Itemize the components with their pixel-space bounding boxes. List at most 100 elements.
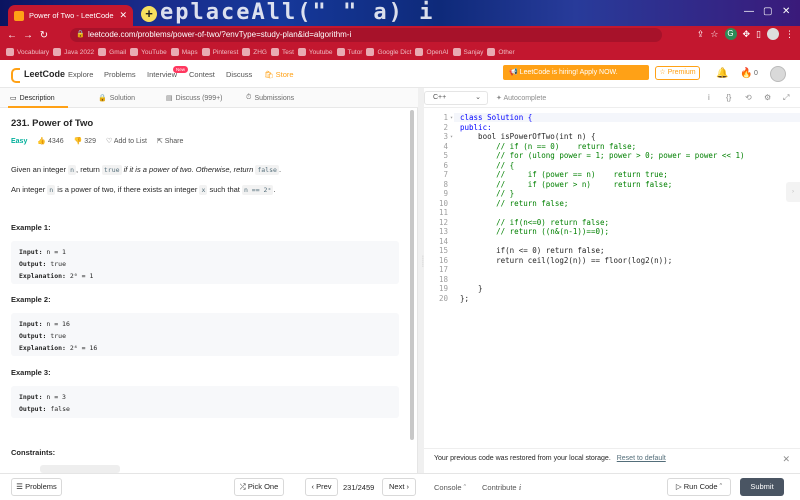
bookmark-favicon-icon bbox=[366, 48, 375, 56]
user-avatar[interactable] bbox=[770, 66, 786, 82]
editor-toolbar: C++ ⌄ ✦ Autocomplete i {} ⟲ ⚙ ⤢ bbox=[424, 88, 800, 108]
reload-icon[interactable]: ↻ bbox=[36, 30, 52, 41]
back-icon[interactable]: ← bbox=[4, 30, 20, 41]
fullscreen-icon[interactable]: ⤢ bbox=[783, 93, 789, 103]
new-tab-button[interactable]: + bbox=[141, 6, 157, 22]
bookmark-item[interactable]: Vocabulary bbox=[6, 48, 49, 56]
autocomplete-toggle[interactable]: ✦ Autocomplete bbox=[496, 94, 546, 102]
reset-icon[interactable]: ⟲ bbox=[745, 93, 752, 102]
code-line: // { bbox=[460, 160, 515, 170]
line-number: 10 bbox=[438, 198, 448, 208]
like-button[interactable]: 👍 4346 bbox=[37, 137, 63, 145]
wallpaper-text: eplaceAll(" " a) i bbox=[160, 0, 435, 25]
forward-icon[interactable]: → bbox=[20, 30, 36, 41]
share-button[interactable]: ⇱ Share bbox=[157, 137, 184, 145]
chevron-down-icon: ⌄ bbox=[475, 94, 481, 101]
bookmark-star-icon[interactable]: ☆ bbox=[710, 29, 718, 40]
tab-submissions[interactable]: ⏱ Submissions bbox=[246, 94, 294, 102]
dislike-button[interactable]: 👎 329 bbox=[74, 137, 96, 145]
settings-icon[interactable]: ⚙ bbox=[764, 93, 771, 102]
nav-interview[interactable]: Interview bbox=[147, 70, 177, 79]
nav-discuss[interactable]: Discuss bbox=[226, 70, 252, 79]
example-input: n = 16 bbox=[46, 320, 70, 328]
code-editor[interactable]: 1 ▾ 2 3 ▾ 4 5 6 7 8 9 10 11 12 13 14 15 16… bbox=[424, 113, 800, 448]
line-number: 14 bbox=[438, 236, 448, 246]
contribute-link[interactable]: Contribute ⅈ bbox=[482, 483, 521, 492]
bookmark-item[interactable]: Gmail bbox=[98, 48, 126, 56]
bookmark-item[interactable]: Tutor bbox=[336, 48, 362, 56]
streak-icon[interactable]: 🔥 bbox=[740, 68, 752, 79]
bookmark-item[interactable]: Test bbox=[271, 48, 294, 56]
example-input: n = 3 bbox=[46, 393, 66, 401]
leetcode-logo-icon bbox=[10, 68, 20, 83]
window-close-icon[interactable]: ✕ bbox=[782, 6, 790, 17]
close-tab-icon[interactable]: ✕ bbox=[119, 10, 127, 21]
extensions-icon[interactable]: ✥ bbox=[743, 29, 751, 40]
bookmark-item[interactable]: Youtube bbox=[297, 48, 333, 56]
bookmark-item[interactable]: Other bbox=[487, 48, 515, 56]
run-code-button[interactable]: ▷ Run Code ˆ bbox=[667, 478, 731, 496]
bookmark-item[interactable]: OpenAI bbox=[415, 48, 449, 56]
info-icon[interactable]: i bbox=[708, 93, 710, 102]
close-notice-icon[interactable]: ✕ bbox=[782, 449, 790, 469]
constraints-heading: Constraints: bbox=[11, 448, 56, 457]
fold-icon[interactable]: ▾ bbox=[450, 134, 453, 140]
problems-button[interactable]: ☰ Problems bbox=[11, 478, 62, 496]
hiring-banner[interactable]: 📢 LeetCode is hiring! Apply NOW. bbox=[503, 65, 649, 80]
bookmark-item[interactable]: Java 2022 bbox=[53, 48, 94, 56]
braces-icon[interactable]: {} bbox=[726, 93, 731, 102]
lock-icon: 🔒 bbox=[76, 31, 85, 38]
bookmark-item[interactable]: YouTube bbox=[130, 48, 167, 56]
code-line: // if(n<=0) return false; bbox=[460, 217, 610, 227]
browser-tab-title: Power of Two - LeetCode bbox=[29, 11, 114, 20]
next-button[interactable]: Next › bbox=[382, 478, 416, 496]
line-number: 15 bbox=[438, 246, 448, 255]
code-line: // if (power > n) return false; bbox=[460, 179, 673, 189]
profile-avatar[interactable] bbox=[767, 28, 779, 40]
bookmark-item[interactable]: Sanjay bbox=[452, 48, 483, 56]
tab-solution[interactable]: 🔒 Solution bbox=[98, 94, 135, 103]
line-number: 17 bbox=[438, 265, 448, 274]
tab-discuss[interactable]: ▤ Discuss (999+) bbox=[166, 94, 223, 103]
maximize-icon[interactable]: ▢ bbox=[763, 6, 772, 17]
minimize-icon[interactable]: — bbox=[744, 6, 754, 17]
add-to-list-button[interactable]: ♡ Add to List bbox=[106, 137, 147, 145]
bookmark-item[interactable]: ZHG bbox=[242, 48, 267, 56]
share-page-icon[interactable]: ⇪ bbox=[697, 29, 705, 40]
prev-button[interactable]: ‹ Prev bbox=[305, 478, 338, 496]
chevron-left-icon: ‹ bbox=[311, 482, 314, 491]
nav-problems[interactable]: Problems bbox=[104, 70, 136, 79]
nav-explore[interactable]: Explore bbox=[68, 70, 93, 79]
bookmark-favicon-icon bbox=[271, 48, 279, 56]
nav-store[interactable]: 🛍 Store bbox=[264, 70, 294, 79]
pick-one-button[interactable]: ⤮ Pick One bbox=[234, 478, 284, 496]
tab-description[interactable]: ▭ Description bbox=[10, 94, 55, 103]
language-select[interactable]: C++ ⌄ bbox=[424, 91, 488, 105]
side-panel-toggle[interactable]: › bbox=[786, 182, 800, 202]
code-line: // return ((n&(n-1))==0); bbox=[460, 227, 610, 236]
browser-tab-active[interactable]: Power of Two - LeetCode ✕ bbox=[8, 5, 133, 26]
url-bar[interactable]: 🔒 leetcode.com/problems/power-of-two/?en… bbox=[70, 28, 662, 42]
grammarly-extension-icon[interactable]: G bbox=[724, 28, 737, 40]
chrome-menu-icon[interactable]: ⋮ bbox=[785, 29, 794, 40]
line-number: 7 bbox=[443, 170, 448, 179]
fold-icon[interactable]: ▾ bbox=[450, 115, 453, 121]
leetcode-logo[interactable]: LeetCode bbox=[10, 68, 65, 83]
code-line: // } bbox=[460, 189, 515, 198]
left-scrollbar[interactable] bbox=[410, 110, 414, 440]
sidepanel-icon[interactable]: ▯ bbox=[756, 29, 761, 40]
bookmark-favicon-icon bbox=[297, 48, 306, 56]
list-icon: ☰ bbox=[16, 482, 23, 491]
bookmark-favicon-icon bbox=[130, 48, 139, 56]
line-number: 16 bbox=[438, 255, 448, 265]
bookmark-item[interactable]: Pinterest bbox=[201, 48, 238, 56]
bookmark-item[interactable]: Maps bbox=[170, 48, 198, 56]
submit-button[interactable]: Submit bbox=[740, 478, 784, 496]
nav-contest[interactable]: Contest bbox=[189, 70, 215, 79]
line-number: 3 bbox=[443, 132, 448, 141]
premium-button[interactable]: ☆ Premium bbox=[655, 66, 700, 80]
reset-to-default-link[interactable]: Reset to default bbox=[617, 455, 666, 462]
bookmark-item[interactable]: Google Dict bbox=[366, 48, 411, 56]
notification-bell-icon[interactable]: 🔔 bbox=[716, 68, 728, 79]
console-toggle[interactable]: Console ˆ bbox=[434, 483, 466, 492]
